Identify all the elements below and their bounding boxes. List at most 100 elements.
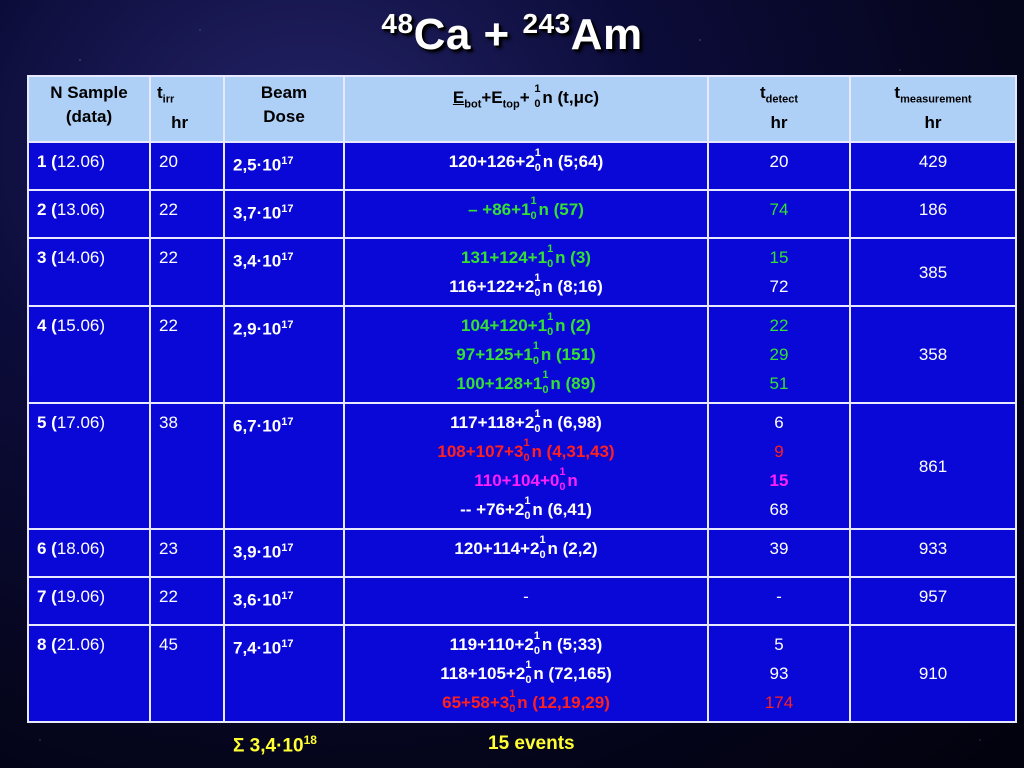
nuclide-charge: 0 <box>532 354 540 367</box>
dose-mantissa: 2,5 <box>233 155 257 175</box>
header-e-bot-sub: bot <box>464 98 482 111</box>
sample-number: 2 ( <box>37 200 57 219</box>
neutron-nuclide: 10 <box>523 437 531 463</box>
cell-events: - <box>343 576 709 626</box>
cell-dose: 7,4·1017 <box>223 624 345 723</box>
tirr-value: 45 <box>159 635 178 654</box>
event-line: 119+110+2 1 0 n (5;33) <box>351 630 701 659</box>
tirr-value: 20 <box>159 152 178 171</box>
tdetect-value: 68 <box>769 500 789 519</box>
event-neutrons: n (57) <box>538 200 584 219</box>
cell-sample: 4 (15.06) <box>27 305 151 404</box>
event-fragments: 120+114+2 <box>454 539 540 558</box>
event-neutrons: n (2,2) <box>547 539 598 558</box>
dose-mantissa: 6,7 <box>233 416 257 436</box>
header-tirr: tirr hr <box>149 75 225 143</box>
table-row: 1 (12.06) 20 2,5·1017 120+126+2 1 0 n (5;64) 20… <box>27 141 1017 191</box>
cell-tmeasurement: 385 <box>849 237 1017 307</box>
event-neutrons: n (5;64) <box>542 152 604 171</box>
header-n-sample-sub: (data) <box>65 107 113 126</box>
sample-date: 15.06) <box>56 316 106 335</box>
dose-exponent: 17 <box>281 251 294 263</box>
nuclide-charge: 0 <box>534 422 541 435</box>
dose-exponent: 17 <box>281 542 294 554</box>
event-fragments: 100+128+1 <box>456 374 543 393</box>
header-mu: μ <box>573 88 584 107</box>
event-line: - <box>351 582 701 611</box>
cell-dose: 2,5·1017 <box>223 141 345 191</box>
table-row: 2 (13.06) 22 3,7·1017– +86+1 1 0 n (57) 74 186 <box>27 189 1017 239</box>
nuclide-charge: 0 <box>524 509 531 522</box>
tdetect-value: 15 <box>769 471 789 490</box>
header-dose: Dose <box>263 107 305 126</box>
neutron-nuclide: 10 <box>534 630 542 656</box>
table-row: 7 (19.06) 22 3,6·1017 - - 957 <box>27 576 1017 626</box>
event-line: 65+58+3 1 0 n (12,19,29) <box>351 688 701 717</box>
tmeasurement-value: 358 <box>918 345 948 364</box>
cell-sample: 5 (17.06) <box>27 402 151 530</box>
cell-tmeasurement: 429 <box>849 141 1017 191</box>
nuclide-charge: 0 <box>509 702 516 715</box>
header-tmeas-sub: measurement <box>900 93 972 106</box>
nuclide-mass: 1 <box>559 465 566 478</box>
event-neutrons: n (3) <box>555 248 591 267</box>
header-e-top-sub: top <box>502 98 520 111</box>
cell-dose: 3,4·1017 <box>223 237 345 307</box>
event-fragments: 119+110+2 <box>449 635 534 654</box>
tmeasurement-value: 861 <box>918 456 948 476</box>
table-row: 8 (21.06) 45 7,4·1017 119+110+2 1 0 n (5;33) 11… <box>27 624 1017 723</box>
cell-sample: 6 (18.06) <box>27 528 151 578</box>
event-line: 108+107+3 1 0 n (4,31,43) <box>351 437 701 466</box>
dose-exponent: 17 <box>281 203 294 215</box>
dose-mantissa: 3,9 <box>233 542 257 562</box>
nuclide-mass: 1 <box>542 368 549 381</box>
cell-tmeasurement: 933 <box>849 528 1017 578</box>
title-element-am: Am <box>570 10 643 59</box>
cell-dose: 3,7·1017 <box>223 189 345 239</box>
nuclide-mass: 1 <box>534 146 541 159</box>
table-header-row: N Sample (data) tirr hr Beam Dose Ebot+E… <box>27 75 1017 143</box>
cell-sample: 7 (19.06) <box>27 576 151 626</box>
neutron-nuclide: 10 <box>534 408 542 435</box>
nuclide-charge: 0 <box>525 673 532 686</box>
header-beam: Beam <box>260 83 308 102</box>
cell-events: 120+114+2 1 0 n (2,2) <box>343 528 709 578</box>
nuclide-mass: 1 <box>525 658 532 671</box>
cell-tdetect: 15 72 <box>707 237 851 307</box>
header-e-bot: E <box>452 88 465 107</box>
nuclide-mass: 1 <box>509 687 516 700</box>
event-fragments: 108+107+3 <box>437 442 524 461</box>
event-fragments: -- +76+2 <box>460 500 525 519</box>
event-line: – +86+1 1 0 n (57) <box>351 195 701 224</box>
nuclide-charge: 0 <box>547 257 554 270</box>
tirr-value: 38 <box>159 413 178 432</box>
event-fragments: – +86+1 <box>468 200 531 219</box>
dose-base: ·10 <box>256 638 282 658</box>
event-line: 104+120+1 1 0 n (2) <box>351 311 701 340</box>
total-events: 15 events <box>488 733 575 754</box>
nuclide-charge: 0 <box>547 325 554 338</box>
nuclide-mass: 1 <box>532 339 540 352</box>
event-fragments: 110+104+0 <box>474 471 560 490</box>
header-energy: Ebot+Etop+ 10n (t,μc) <box>343 75 709 143</box>
cell-tirr: 20 <box>149 141 225 191</box>
event-neutrons: n (6,98) <box>542 413 602 432</box>
event-line: 110+104+0 1 0 n <box>351 466 701 495</box>
nuclide-charge: 0 <box>559 480 566 493</box>
cell-sample: 2 (13.06) <box>27 189 151 239</box>
tdetect-value: 5 <box>774 635 784 654</box>
tmeasurement-value: 957 <box>918 587 948 606</box>
tirr-value: 22 <box>159 248 178 267</box>
nuclide-mass: 1 <box>530 194 537 207</box>
dose-base: ·10 <box>256 155 282 175</box>
event-fragments: 131+124+1 <box>461 248 548 267</box>
event-neutrons: n (72,165) <box>533 664 612 683</box>
nuclide-charge: 0 <box>539 548 546 561</box>
tmeasurement-value: 429 <box>918 152 948 171</box>
total-dose-base: ·10 <box>276 735 304 757</box>
neutron-nuclide: 10 <box>532 340 541 367</box>
event-neutrons: n (5;33) <box>541 635 603 654</box>
cell-tdetect: - <box>707 576 851 626</box>
cell-tirr: 38 <box>149 402 225 530</box>
event-fragments: 97+125+1 <box>456 345 533 364</box>
